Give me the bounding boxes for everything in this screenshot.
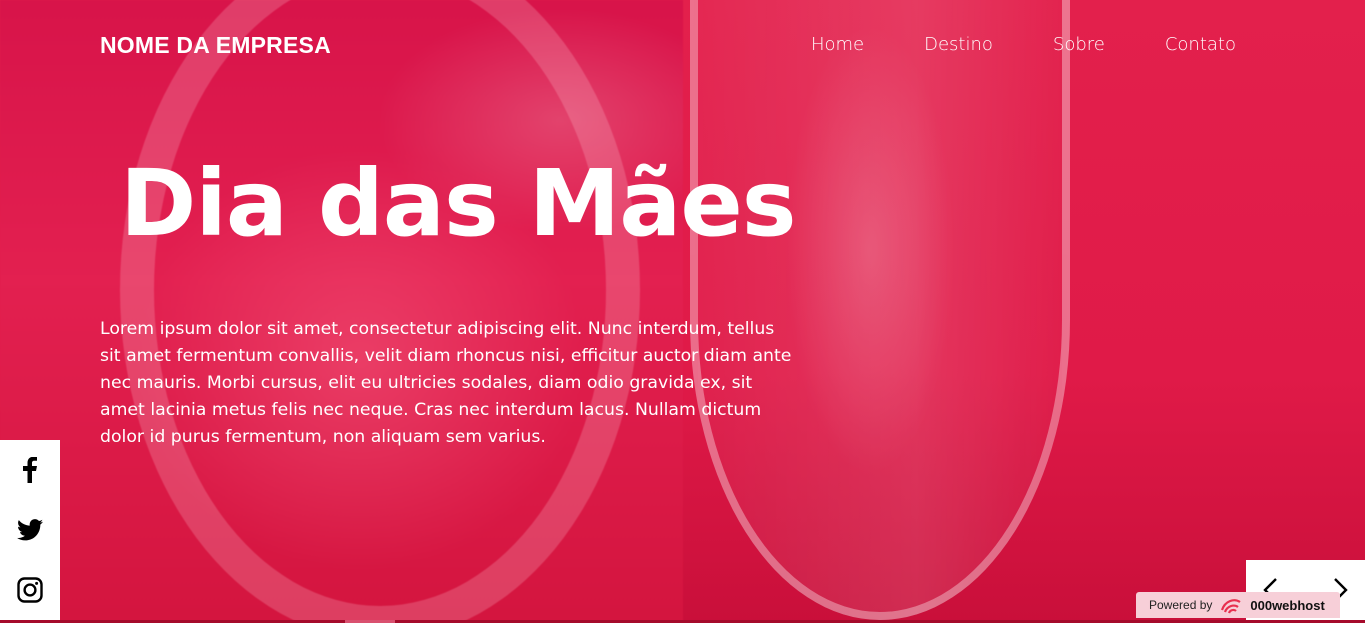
hero-description: Lorem ipsum dolor sit amet, consectetur … bbox=[100, 319, 792, 447]
twitter-icon[interactable] bbox=[15, 515, 45, 545]
webhost-logo-icon bbox=[1220, 596, 1242, 614]
nav-sobre[interactable]: Sobre bbox=[1053, 34, 1105, 55]
blurred-glass-rim bbox=[120, 0, 640, 623]
nav-contato[interactable]: Contato bbox=[1165, 34, 1236, 55]
hero-title: Dia das Mães bbox=[120, 150, 797, 257]
hero-background bbox=[0, 0, 1365, 623]
social-bar bbox=[0, 440, 60, 620]
powered-by-badge[interactable]: Powered by 000webhost bbox=[1136, 592, 1340, 618]
wine-glass-image bbox=[690, 0, 1070, 620]
instagram-icon[interactable] bbox=[15, 575, 45, 605]
nav-home[interactable]: Home bbox=[811, 34, 864, 55]
main-nav: Home Destino Sobre Contato bbox=[811, 34, 1236, 55]
brand-logo[interactable]: NOME DA EMPRESA bbox=[100, 32, 331, 59]
nav-destino[interactable]: Destino bbox=[924, 34, 993, 55]
facebook-icon[interactable] bbox=[15, 455, 45, 485]
webhost-label: 000webhost bbox=[1250, 597, 1325, 613]
blurred-glass-image bbox=[0, 0, 683, 623]
powered-label: Powered by bbox=[1149, 598, 1213, 612]
